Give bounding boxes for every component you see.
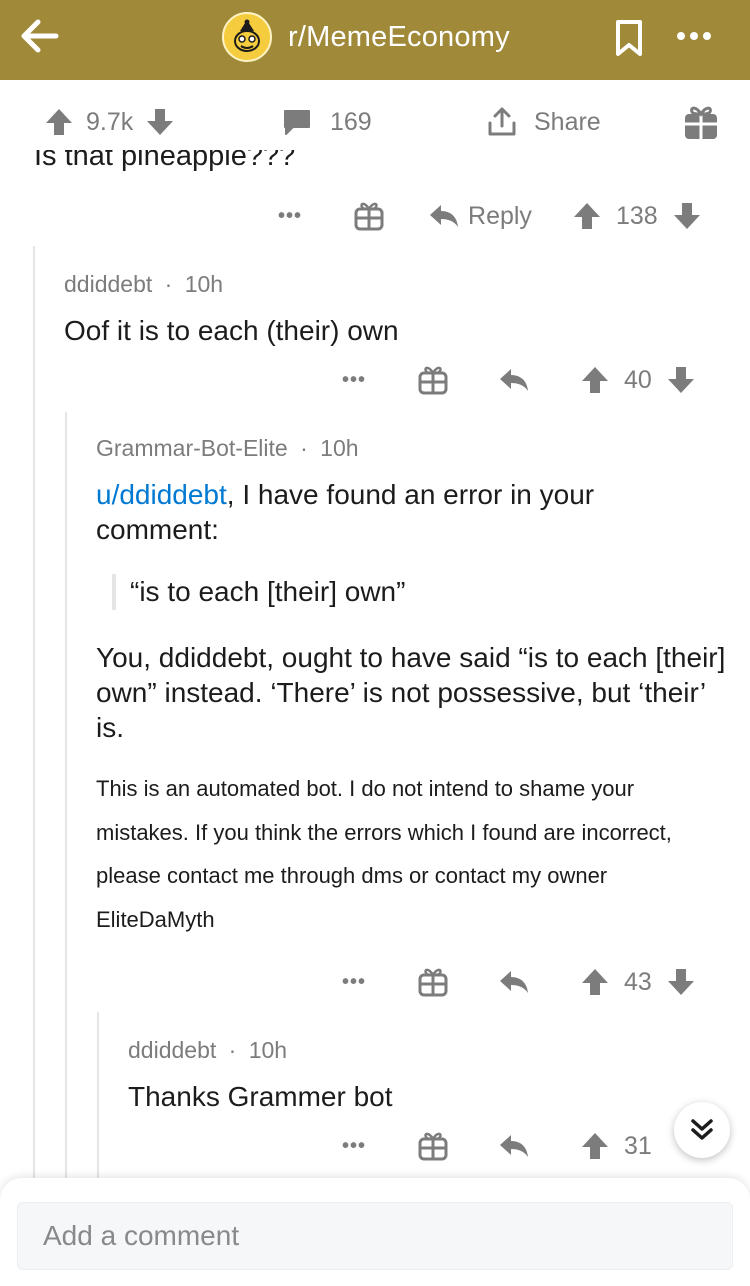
blockquote: “is to each [their] own” bbox=[112, 574, 405, 610]
upvote-icon[interactable] bbox=[44, 107, 74, 137]
more-options-icon[interactable]: ••• bbox=[342, 971, 366, 994]
comment-composer-bar bbox=[0, 1178, 750, 1286]
bookmark-icon[interactable] bbox=[612, 18, 646, 58]
double-chevron-down-icon bbox=[688, 1116, 716, 1144]
comment-score: 43 bbox=[624, 967, 652, 996]
comments-count-button[interactable]: 169 bbox=[282, 102, 372, 142]
reply-button[interactable]: Reply bbox=[428, 202, 532, 231]
comment-body: Oof it is to each (their) own bbox=[64, 315, 399, 346]
comment-body: Thanks Grammer bot bbox=[128, 1081, 393, 1112]
quote-text: “is to each [their] own” bbox=[130, 576, 406, 607]
subreddit-header[interactable]: r/MemeEconomy bbox=[222, 12, 510, 62]
partial-comment-body: Is that pineapple??? bbox=[34, 150, 734, 184]
comment-score: 138 bbox=[615, 201, 658, 230]
gift-icon[interactable] bbox=[418, 1130, 448, 1162]
reply-icon[interactable] bbox=[498, 366, 530, 394]
comment-author[interactable]: ddiddebt bbox=[128, 1037, 216, 1063]
bot-footer-text: This is an automated bot. I do not inten… bbox=[96, 776, 672, 932]
downvote-icon[interactable] bbox=[666, 967, 696, 997]
upvote-icon[interactable] bbox=[580, 1131, 610, 1161]
partial-comment-text: Is that pineapple??? bbox=[34, 150, 296, 172]
share-label: Share bbox=[534, 107, 601, 136]
downvote-icon[interactable] bbox=[672, 201, 702, 231]
comment-actions: ••• 43 bbox=[342, 962, 696, 1002]
gift-icon[interactable] bbox=[418, 966, 448, 998]
post-action-bar: 9.7k 169 Share bbox=[0, 80, 750, 160]
more-icon[interactable] bbox=[674, 22, 714, 50]
thread-line-level-2[interactable] bbox=[65, 412, 67, 1178]
post-score: 9.7k bbox=[86, 107, 134, 136]
gift-icon[interactable] bbox=[418, 364, 448, 396]
upvote-icon[interactable] bbox=[580, 365, 610, 395]
share-icon bbox=[486, 106, 518, 138]
downvote-icon[interactable] bbox=[666, 365, 696, 395]
thread-line-level-1[interactable] bbox=[33, 246, 35, 1178]
gift-icon[interactable] bbox=[354, 200, 384, 232]
comment-score: 31 bbox=[624, 1131, 652, 1160]
add-comment-input[interactable] bbox=[17, 1202, 733, 1270]
meta-separator: · bbox=[228, 1037, 237, 1063]
comment-meta: ddiddebt · 10h bbox=[128, 1037, 287, 1064]
more-options-icon[interactable]: ••• bbox=[278, 205, 302, 228]
share-button[interactable]: Share bbox=[486, 102, 601, 142]
reply-icon[interactable] bbox=[498, 1132, 530, 1160]
comment-meta: Grammar-Bot-Elite · 10h bbox=[96, 435, 359, 462]
comment-age: 10h bbox=[184, 271, 224, 297]
subreddit-avatar-icon[interactable] bbox=[222, 12, 272, 62]
comment-body: u/ddiddebt, I have found an error in you… bbox=[96, 477, 696, 547]
gift-icon[interactable] bbox=[682, 102, 720, 142]
user-mention-link[interactable]: u/ddiddebt bbox=[96, 479, 227, 510]
comment-bubble-icon bbox=[282, 107, 312, 137]
partial-comment-actions: ••• Reply 138 bbox=[278, 196, 702, 236]
more-options-icon[interactable]: ••• bbox=[342, 1135, 366, 1158]
scroll-to-next-button[interactable] bbox=[674, 1102, 730, 1158]
comment-author[interactable]: Grammar-Bot-Elite bbox=[96, 435, 288, 461]
reply-icon[interactable] bbox=[498, 968, 530, 996]
comment-meta: ddiddebt · 10h bbox=[64, 271, 223, 298]
reply-icon bbox=[428, 202, 460, 230]
comment-author[interactable]: ddiddebt bbox=[64, 271, 152, 297]
meta-separator: · bbox=[164, 271, 173, 297]
reply-label: Reply bbox=[468, 201, 532, 230]
subreddit-name[interactable]: r/MemeEconomy bbox=[288, 21, 510, 54]
comment-actions: ••• 31 bbox=[342, 1126, 652, 1166]
comment-age: 10h bbox=[248, 1037, 288, 1063]
correction-text: You, ddiddebt, ought to have said “is to… bbox=[96, 642, 726, 743]
more-options-icon[interactable]: ••• bbox=[342, 369, 366, 392]
comment-age: 10h bbox=[320, 435, 359, 461]
thread-line-level-3[interactable] bbox=[97, 1012, 99, 1178]
upvote-icon[interactable] bbox=[572, 201, 602, 231]
comment-actions: ••• 40 bbox=[342, 360, 696, 400]
back-arrow-icon[interactable] bbox=[18, 14, 62, 58]
comments-count: 169 bbox=[330, 107, 372, 136]
downvote-icon[interactable] bbox=[145, 107, 175, 137]
upvote-icon[interactable] bbox=[580, 967, 610, 997]
comment-score: 40 bbox=[624, 365, 652, 394]
meta-separator: · bbox=[300, 435, 308, 461]
post-vote-group: 9.7k bbox=[44, 102, 175, 142]
top-bar: r/MemeEconomy bbox=[0, 0, 750, 80]
